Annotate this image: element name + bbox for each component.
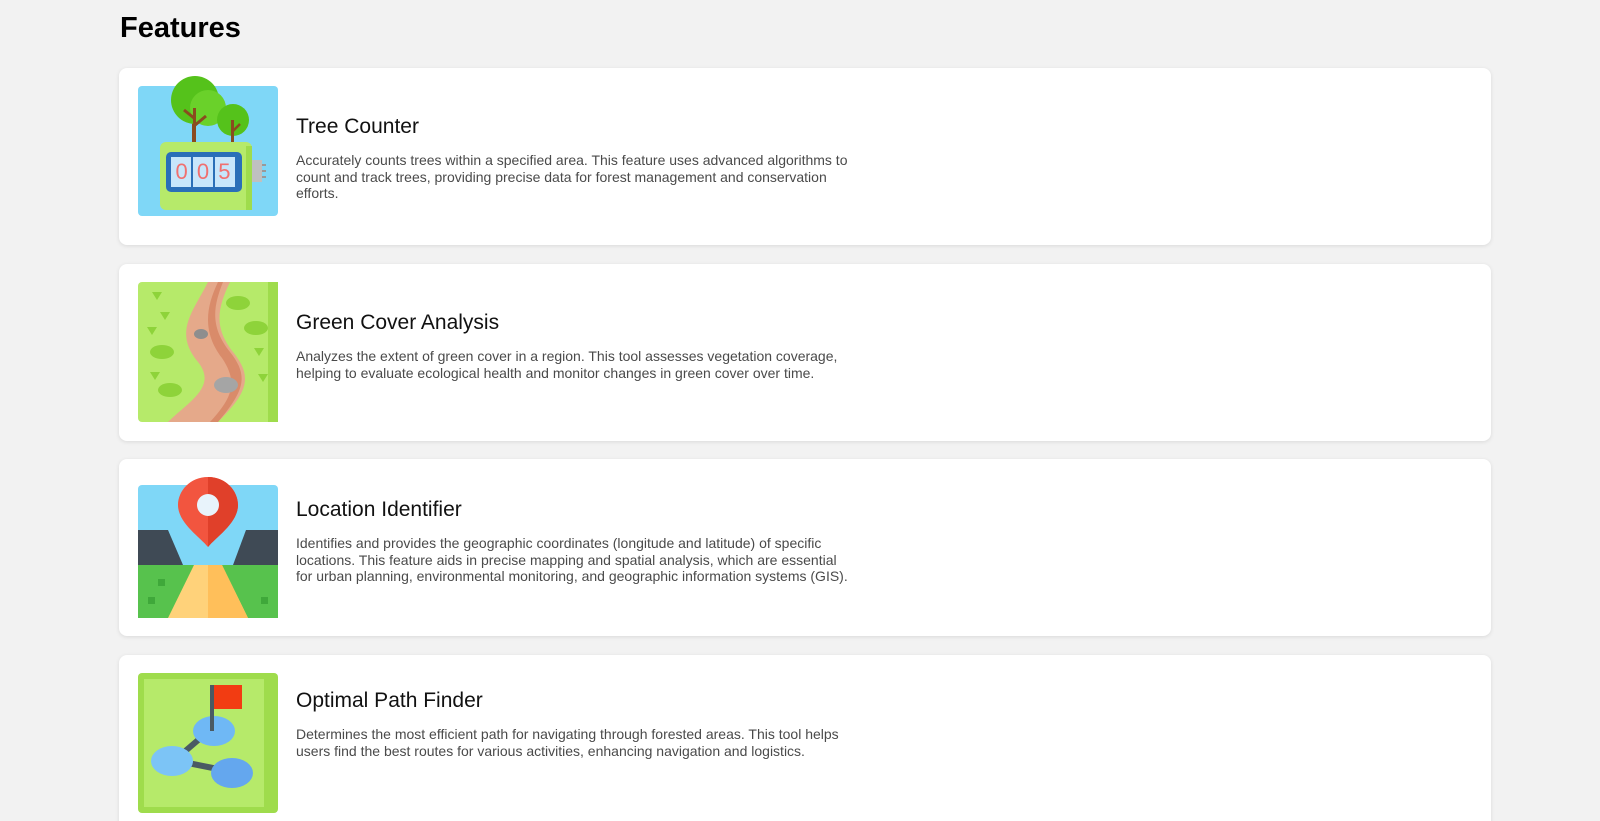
feature-card-optimal-path-finder[interactable]: Optimal Path Finder Determines the most … [119, 655, 1491, 821]
feature-description: Identifies and provides the geographic c… [296, 535, 848, 584]
feature-description: Determines the most efficient path for n… [296, 726, 839, 759]
counter-digit: 0 [175, 159, 188, 184]
location-pin-icon [138, 477, 278, 618]
feature-description: Analyzes the extent of green cover in a … [296, 348, 838, 381]
feature-card-green-cover[interactable]: Green Cover Analysis Analyzes the extent… [119, 264, 1491, 441]
features-page: Features 0 0 5 Tree Counter Accurately c… [0, 0, 1600, 821]
feature-title: Location Identifier [296, 498, 462, 521]
path-finder-icon [138, 673, 278, 813]
green-cover-icon [138, 282, 278, 422]
feature-title: Tree Counter [296, 115, 419, 138]
feature-text: Green Cover Analysis Analyzes the extent… [296, 310, 856, 381]
feature-title: Optimal Path Finder [296, 689, 483, 712]
feature-text: Optimal Path Finder Determines the most … [296, 688, 856, 759]
counter-digit: 5 [218, 159, 231, 184]
counter-digit: 0 [196, 159, 210, 184]
tree-counter-icon: 0 0 5 [138, 76, 278, 226]
feature-card-location-identifier[interactable]: Location Identifier Identifies and provi… [119, 459, 1491, 636]
page-title: Features [120, 12, 241, 44]
feature-card-tree-counter[interactable]: 0 0 5 Tree Counter Accurately counts tre… [119, 68, 1491, 245]
feature-description: Accurately counts trees within a specifi… [296, 152, 848, 201]
feature-text: Tree Counter Accurately counts trees wit… [296, 114, 856, 202]
feature-title: Green Cover Analysis [296, 311, 500, 334]
feature-text: Location Identifier Identifies and provi… [296, 497, 856, 585]
